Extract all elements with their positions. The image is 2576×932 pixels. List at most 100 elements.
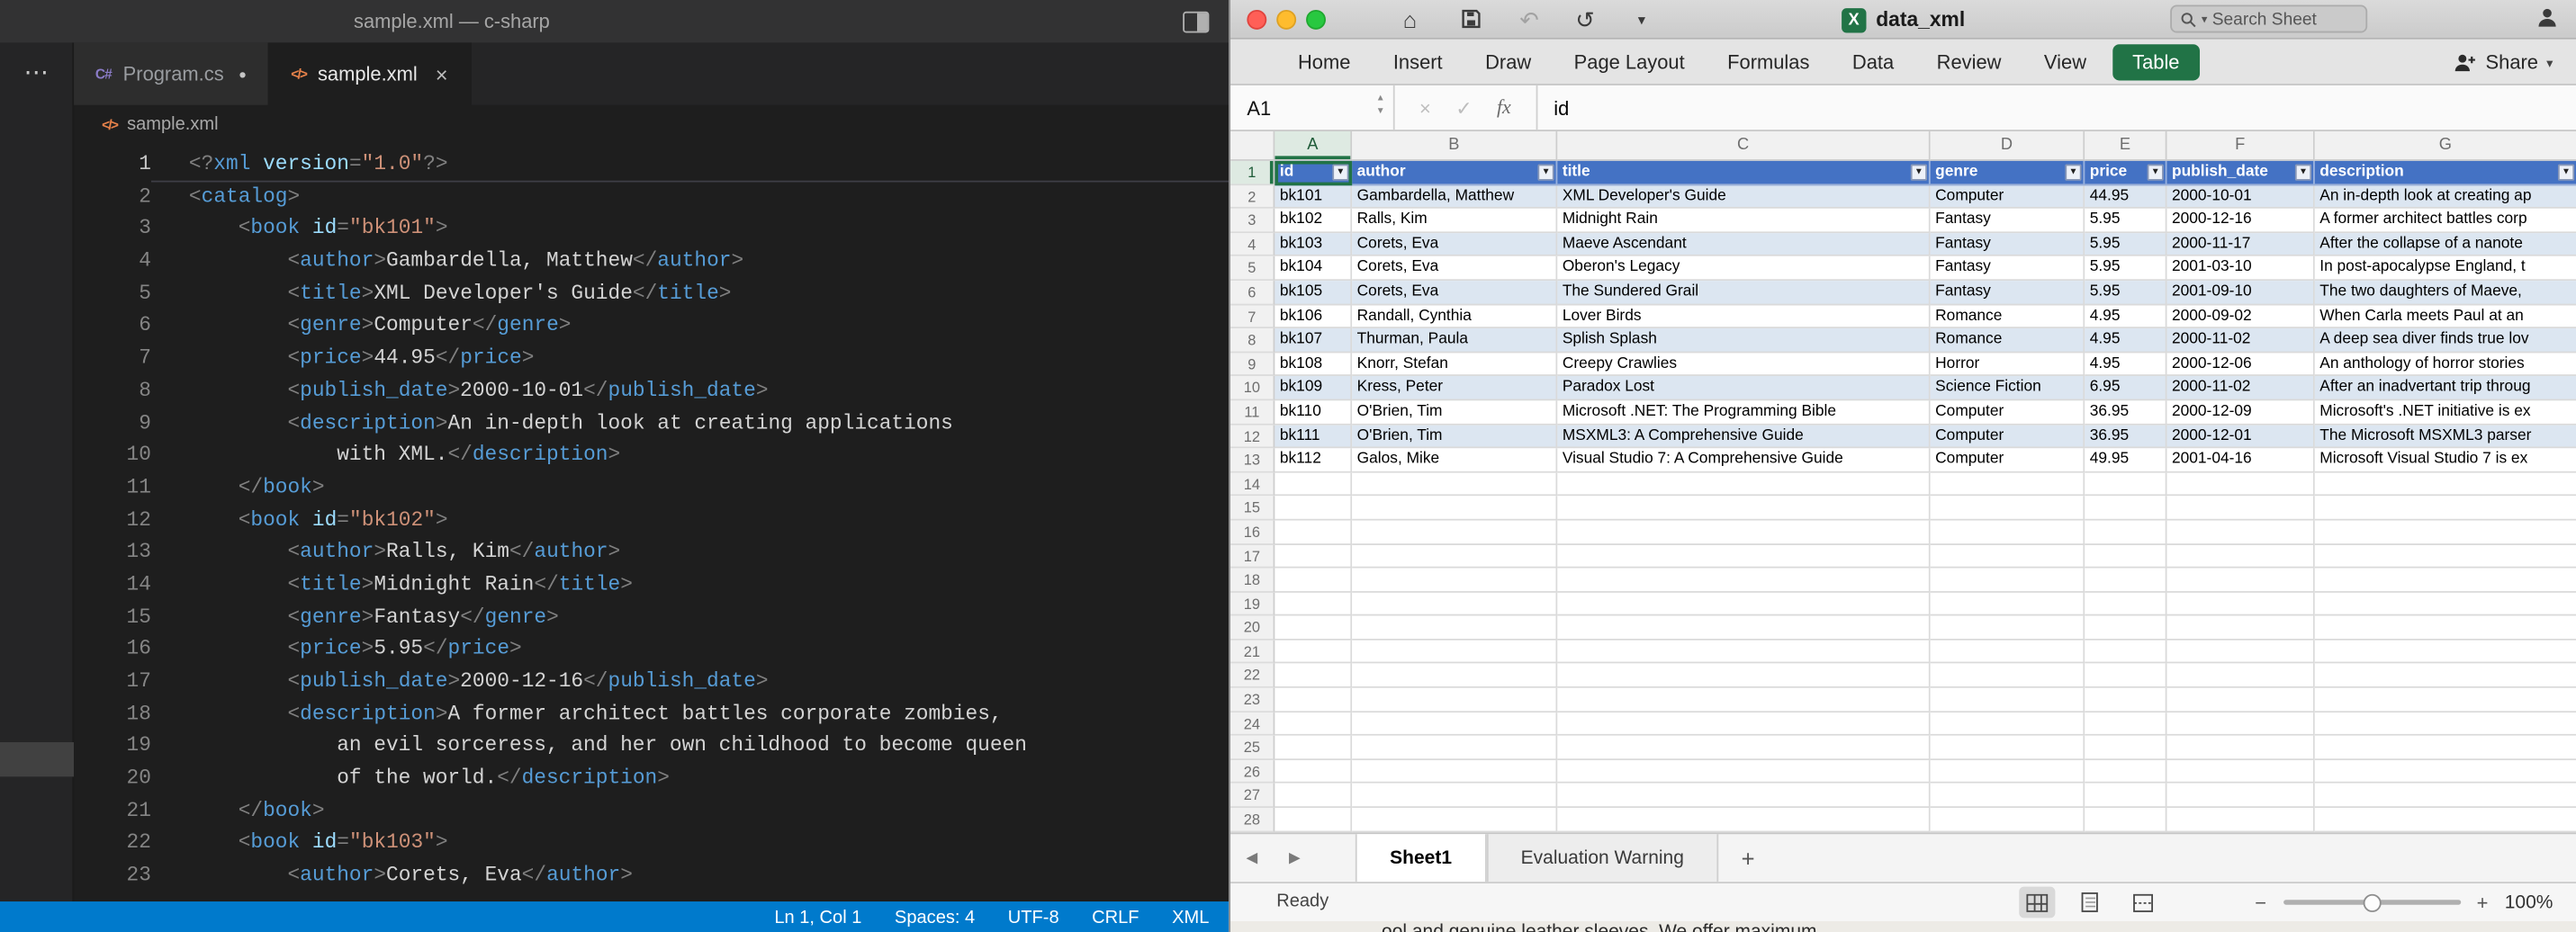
zoom-slider[interactable] <box>2283 900 2460 904</box>
cell-E28[interactable] <box>2085 808 2166 832</box>
cell-E26[interactable] <box>2085 760 2166 784</box>
cell-D1[interactable]: genre▼ <box>1931 161 2085 185</box>
cell-E12[interactable]: 36.95 <box>2085 425 2166 449</box>
code-line[interactable]: 3 <book id="bk101"> <box>74 214 1229 246</box>
ribbon-tab-review[interactable]: Review <box>1915 43 2022 79</box>
cell-B24[interactable] <box>1352 712 1557 737</box>
code-line[interactable]: 22 <book id="bk103"> <box>74 829 1229 861</box>
code-line[interactable]: 1<?xml version="1.0"?> <box>74 149 1229 182</box>
filter-button-icon[interactable]: ▼ <box>2148 165 2164 181</box>
cell-G12[interactable]: The Microsoft MSXML3 parser <box>2315 425 2576 449</box>
cell-A14[interactable] <box>1274 472 1352 497</box>
cell-C2[interactable]: XML Developer's Guide <box>1557 185 1930 210</box>
cell-F21[interactable] <box>2167 641 2315 665</box>
row-header-24[interactable]: 24 <box>1230 712 1274 737</box>
cell-D6[interactable]: Fantasy <box>1931 281 2085 305</box>
code-line[interactable]: 9 <description>An in-depth look at creat… <box>74 408 1229 441</box>
insert-function-icon[interactable]: fx <box>1497 95 1511 120</box>
cell-E18[interactable] <box>2085 569 2166 593</box>
column-header-A[interactable]: A <box>1274 131 1352 161</box>
stepper-up-icon[interactable]: ▲ <box>1376 92 1385 105</box>
cell-E22[interactable] <box>2085 664 2166 688</box>
cell-F11[interactable]: 2000-12-09 <box>2167 400 2315 425</box>
cell-F20[interactable] <box>2167 616 2315 641</box>
cell-A23[interactable] <box>1274 688 1352 712</box>
code-line[interactable]: 5 <title>XML Developer's Guide</title> <box>74 279 1229 311</box>
sheet-tab-sheet1[interactable]: Sheet1 <box>1356 834 1487 882</box>
cancel-entry-icon[interactable]: × <box>1419 96 1431 120</box>
cell-C21[interactable] <box>1557 641 1930 665</box>
cell-D23[interactable] <box>1931 688 2085 712</box>
code-editor[interactable]: 1<?xml version="1.0"?>2<catalog>3 <book … <box>74 145 1229 901</box>
cell-G15[interactable] <box>2315 497 2576 521</box>
cell-D26[interactable] <box>1931 760 2085 784</box>
cell-G20[interactable] <box>2315 616 2576 641</box>
cell-D25[interactable] <box>1931 736 2085 760</box>
cell-E24[interactable] <box>2085 712 2166 737</box>
cell-C4[interactable]: Maeve Ascendant <box>1557 233 1930 257</box>
cell-G28[interactable] <box>2315 808 2576 832</box>
cell-D2[interactable]: Computer <box>1931 185 2085 210</box>
cell-E14[interactable] <box>2085 472 2166 497</box>
cell-F15[interactable] <box>2167 497 2315 521</box>
cell-C1[interactable]: title▼ <box>1557 161 1930 185</box>
close-button[interactable] <box>1247 10 1266 30</box>
cell-A10[interactable]: bk109 <box>1274 377 1352 401</box>
ribbon-tab-view[interactable]: View <box>2022 43 2108 79</box>
filter-button-icon[interactable]: ▼ <box>2558 165 2574 181</box>
cell-F3[interactable]: 2000-12-16 <box>2167 209 2315 233</box>
cell-G19[interactable] <box>2315 592 2576 616</box>
code-line[interactable]: 19 an evil sorceress, and her own childh… <box>74 731 1229 764</box>
row-header-1[interactable]: 1 <box>1230 161 1274 185</box>
cell-A18[interactable] <box>1274 569 1352 593</box>
cell-C13[interactable]: Visual Studio 7: A Comprehensive Guide <box>1557 449 1930 473</box>
row-header-25[interactable]: 25 <box>1230 736 1274 760</box>
cell-A8[interactable]: bk107 <box>1274 328 1352 353</box>
cell-D15[interactable] <box>1931 497 2085 521</box>
cell-G25[interactable] <box>2315 736 2576 760</box>
cell-F19[interactable] <box>2167 592 2315 616</box>
cell-C20[interactable] <box>1557 616 1930 641</box>
cell-B18[interactable] <box>1352 569 1557 593</box>
code-line[interactable]: 14 <title>Midnight Rain</title> <box>74 569 1229 602</box>
zoom-button[interactable] <box>1306 10 1326 30</box>
cell-D19[interactable] <box>1931 592 2085 616</box>
cell-D27[interactable] <box>1931 784 2085 808</box>
cell-C18[interactable] <box>1557 569 1930 593</box>
cell-G6[interactable]: The two daughters of Maeve, <box>2315 281 2576 305</box>
cell-C15[interactable] <box>1557 497 1930 521</box>
row-header-7[interactable]: 7 <box>1230 305 1274 329</box>
cell-D5[interactable]: Fantasy <box>1931 256 2085 281</box>
row-header-4[interactable]: 4 <box>1230 233 1274 257</box>
cell-E23[interactable] <box>2085 688 2166 712</box>
cell-G4[interactable]: After the collapse of a nanote <box>2315 233 2576 257</box>
cell-A20[interactable] <box>1274 616 1352 641</box>
spreadsheet-grid[interactable]: ABCDEFG 1id▼author▼title▼genre▼price▼pub… <box>1230 131 2576 832</box>
cell-B1[interactable]: author▼ <box>1352 161 1557 185</box>
cell-A6[interactable]: bk105 <box>1274 281 1352 305</box>
status-item[interactable]: Spaces: 4 <box>895 907 975 927</box>
cell-D12[interactable]: Computer <box>1931 425 2085 449</box>
cell-A27[interactable] <box>1274 784 1352 808</box>
cell-C28[interactable] <box>1557 808 1930 832</box>
code-line[interactable]: 13 <author>Ralls, Kim</author> <box>74 537 1229 569</box>
cell-C24[interactable] <box>1557 712 1930 737</box>
sheet-nav-left-icon[interactable]: ◀ <box>1230 834 1273 882</box>
cell-A15[interactable] <box>1274 497 1352 521</box>
tab-program-cs[interactable]: C# Program.cs ● <box>74 42 269 104</box>
cell-G26[interactable] <box>2315 760 2576 784</box>
cell-C7[interactable]: Lover Birds <box>1557 305 1930 329</box>
cell-A7[interactable]: bk106 <box>1274 305 1352 329</box>
cell-G24[interactable] <box>2315 712 2576 737</box>
cell-D17[interactable] <box>1931 544 2085 569</box>
page-layout-view-button[interactable] <box>2072 887 2108 919</box>
column-header-G[interactable]: G <box>2315 131 2576 161</box>
close-icon[interactable]: × <box>436 61 448 85</box>
cell-B2[interactable]: Gambardella, Matthew <box>1352 185 1557 210</box>
cell-D22[interactable] <box>1931 664 2085 688</box>
code-line[interactable]: 20 of the world.</description> <box>74 764 1229 796</box>
cell-E5[interactable]: 5.95 <box>2085 256 2166 281</box>
cell-A13[interactable]: bk112 <box>1274 449 1352 473</box>
row-header-22[interactable]: 22 <box>1230 664 1274 688</box>
tab-sample-xml[interactable]: </> sample.xml × <box>269 42 471 104</box>
